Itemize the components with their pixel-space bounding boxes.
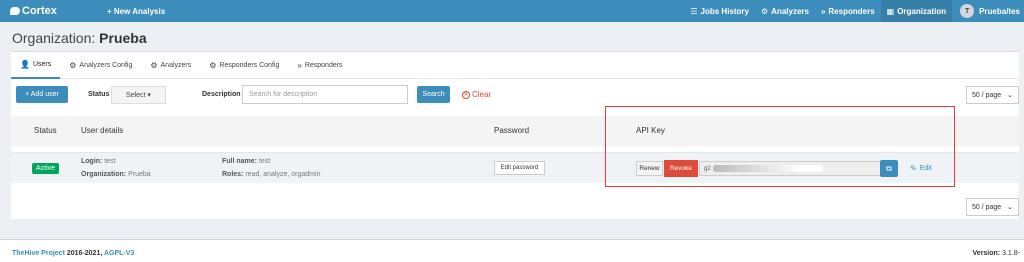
per-page-select-bottom[interactable]: 50 / page ⌄	[966, 198, 1019, 216]
login-value: test	[104, 158, 116, 165]
col-password: Password	[494, 126, 530, 135]
status-filter-label: Status	[88, 91, 110, 98]
tab-users-label: Users	[32, 61, 52, 68]
cog-icon: ⚙	[209, 61, 217, 70]
org-name: Prueba	[99, 30, 147, 46]
footer-version: Version: 3.1.8-	[973, 250, 1020, 257]
tab-responders-config-label: Responders Config	[219, 62, 280, 69]
nav-organization-label: Organization	[897, 6, 947, 16]
license-link[interactable]: AGPL-V3	[104, 250, 134, 257]
col-status: Status	[34, 126, 57, 135]
fullname-value: test	[258, 158, 271, 165]
organization-label: Organization:	[81, 171, 127, 178]
version-value: 3.1.8-	[1000, 250, 1020, 257]
nav-analyzers-label: Analyzers	[771, 6, 809, 16]
footer: TheHive Project 2016-2021, AGPL-V3 Versi…	[0, 239, 1024, 262]
new-analysis-link[interactable]: + New Analysis	[107, 0, 165, 22]
nav-right: ☰ Jobs History ⚙ Analyzers » Responders …	[684, 0, 1024, 22]
tab-users[interactable]: 👤 Users	[11, 52, 61, 79]
login-label: Login:	[81, 158, 103, 165]
chevron-down-icon: ⌄	[1007, 92, 1013, 99]
page-title-prefix: Organization:	[12, 30, 100, 46]
cogs-icon: ⚙	[760, 6, 769, 16]
roles-detail: Roles: read, analyze, orgadmin	[222, 171, 320, 178]
per-page-select-top[interactable]: 50 / page ⌄	[966, 86, 1019, 104]
clear-filters-link[interactable]: ✕ Clear	[462, 90, 491, 99]
top-navbar: Cortex + New Analysis ☰ Jobs History ⚙ A…	[0, 0, 1024, 22]
version-label: Version:	[972, 250, 1001, 257]
tab-responders-label: Responders	[304, 62, 343, 69]
page-title: Organization: Prueba	[12, 30, 147, 46]
status-select[interactable]: Select ▾	[111, 86, 166, 104]
organization-value: Prueba	[128, 171, 151, 178]
building-icon: ▦	[886, 6, 895, 16]
col-user-details: User details	[81, 126, 124, 135]
thehive-project-link[interactable]: TheHive Project	[12, 250, 65, 257]
tab-analyzers-label: Analyzers	[160, 62, 192, 69]
cogs-icon: ⚙	[150, 61, 158, 70]
nav-jobs-history-label: Jobs History	[700, 6, 749, 16]
api-key-highlight-box	[605, 106, 955, 187]
add-user-button[interactable]: + Add user	[16, 86, 68, 103]
cortex-logo-icon	[10, 7, 20, 15]
avatar: T	[960, 4, 975, 18]
nav-responders-label: Responders	[828, 6, 875, 16]
tab-responders-config[interactable]: ⚙ Responders Config	[200, 52, 288, 79]
nav-responders[interactable]: » Responders	[815, 0, 881, 22]
brand-logo[interactable]: Cortex	[10, 3, 57, 19]
footer-copyright: TheHive Project 2016-2021, AGPL-V3	[12, 250, 134, 257]
nav-analyzers[interactable]: ⚙ Analyzers	[755, 0, 815, 22]
user-menu-label: Prueba/tes	[979, 6, 1020, 16]
fullname-detail: Full name: test	[222, 158, 270, 165]
per-page-value-bottom: 50 / page	[972, 203, 1002, 211]
edit-password-button[interactable]: Edit password	[494, 161, 545, 175]
tab-analyzers-config-label: Analyzers Config	[79, 62, 133, 69]
chevron-down-icon: ⌄	[1007, 204, 1013, 211]
user-icon: 👤	[20, 60, 30, 69]
fast-forward-icon: »	[820, 6, 826, 16]
per-page-value: 50 / page	[972, 91, 1002, 99]
roles-label: Roles:	[222, 171, 244, 178]
org-tabs: 👤 Users ⚙ Analyzers Config ⚙ Analyzers ⚙…	[11, 52, 1019, 79]
description-search-input[interactable]: Search for description	[242, 85, 408, 104]
tab-responders[interactable]: » Responders	[288, 52, 351, 79]
nav-organization[interactable]: ▦ Organization	[880, 0, 953, 22]
tab-analyzers[interactable]: ⚙ Analyzers	[141, 52, 200, 79]
user-menu[interactable]: T Prueba/tes	[952, 0, 1024, 22]
tab-analyzers-config[interactable]: ⚙ Analyzers Config	[60, 52, 141, 79]
status-badge: Active	[32, 163, 60, 174]
fullname-label: Full name:	[222, 158, 258, 165]
cog-icon: ⚙	[69, 61, 77, 70]
roles-value: read, analyze, orgadmin	[245, 171, 321, 178]
organization-detail: Organization: Prueba	[81, 171, 151, 178]
close-circle-icon: ✕	[462, 90, 470, 99]
fast-forward-icon: »	[297, 61, 302, 70]
footer-years: 2016-2021,	[64, 250, 104, 257]
description-filter-label: Description	[202, 91, 241, 98]
clear-label: Clear	[472, 90, 492, 99]
nav-jobs-history[interactable]: ☰ Jobs History	[684, 0, 755, 22]
search-button[interactable]: Search	[417, 86, 450, 103]
brand-name: Cortex	[22, 5, 57, 17]
login-detail: Login: test	[81, 158, 116, 165]
list-icon: ☰	[690, 6, 698, 16]
